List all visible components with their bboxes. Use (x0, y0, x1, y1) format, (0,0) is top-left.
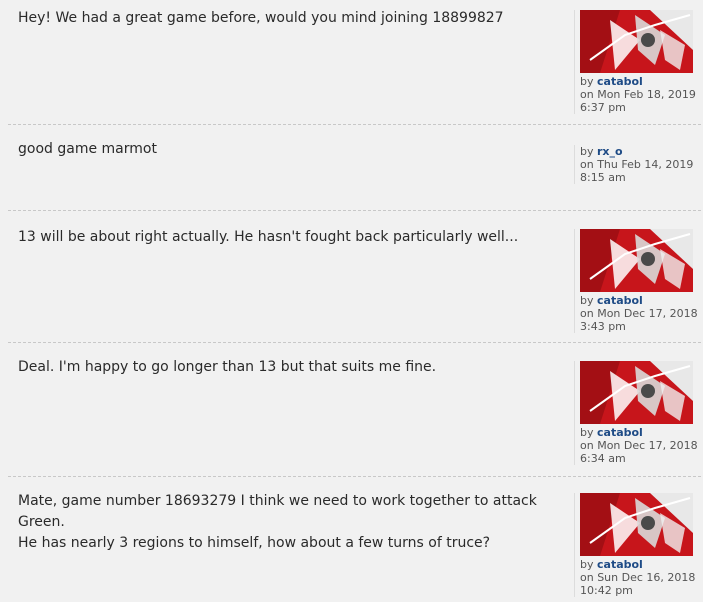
message-post: Deal. I'm happy to go longer than 13 but… (8, 342, 701, 477)
author-link[interactable]: catabol (597, 558, 643, 571)
message-list: Hey! We had a great game before, would y… (0, 0, 703, 602)
message-meta: by catabol on Mon Dec 17, 2018 3:43 pm (574, 229, 703, 333)
post-date: on Thu Feb 14, 2019 (580, 158, 694, 171)
message-text: Deal. I'm happy to go longer than 13 but… (18, 359, 437, 375)
by-label: by (580, 558, 594, 571)
by-label: by (580, 426, 594, 439)
by-label: by (580, 75, 594, 88)
author-link[interactable]: catabol (597, 294, 643, 307)
post-time: 8:15 am (580, 171, 626, 184)
message-post: 13 will be about right actually. He hasn… (8, 210, 701, 343)
by-label: by (580, 294, 594, 307)
author-link[interactable]: rx_o (597, 145, 623, 158)
post-time: 3:43 pm (580, 320, 626, 333)
post-date: on Mon Feb 18, 2019 (580, 88, 696, 101)
author-avatar[interactable] (580, 493, 693, 556)
post-date: on Sun Dec 16, 2018 (580, 571, 696, 584)
by-label: by (580, 145, 594, 158)
post-date: on Mon Dec 17, 2018 (580, 307, 698, 320)
author-avatar[interactable] (580, 361, 693, 424)
message-meta: by catabol on Sun Dec 16, 2018 10:42 pm (574, 493, 703, 597)
author-link[interactable]: catabol (597, 426, 643, 439)
message-text: Hey! We had a great game before, would y… (18, 10, 504, 26)
post-time: 10:42 pm (580, 584, 633, 597)
author-link[interactable]: catabol (597, 75, 643, 88)
post-time: 6:34 am (580, 452, 626, 465)
message-post: Mate, game number 18693279 I think we ne… (8, 476, 701, 603)
author-avatar[interactable] (580, 229, 693, 292)
author-avatar[interactable] (580, 10, 693, 73)
message-meta: by catabol on Mon Dec 17, 2018 6:34 am (574, 361, 703, 465)
post-date: on Mon Dec 17, 2018 (580, 439, 698, 452)
message-post: good game marmot by rx_o on Thu Feb 14, … (8, 124, 701, 211)
message-post: Hey! We had a great game before, would y… (8, 0, 701, 124)
message-text: 13 will be about right actually. He hasn… (18, 229, 519, 245)
message-text: Mate, game number 18693279 I think we ne… (18, 493, 537, 551)
message-meta: by rx_o on Thu Feb 14, 2019 8:15 am (574, 145, 703, 184)
post-time: 6:37 pm (580, 101, 626, 114)
message-text: good game marmot (18, 141, 157, 157)
message-meta: by catabol on Mon Feb 18, 2019 6:37 pm (574, 10, 703, 114)
